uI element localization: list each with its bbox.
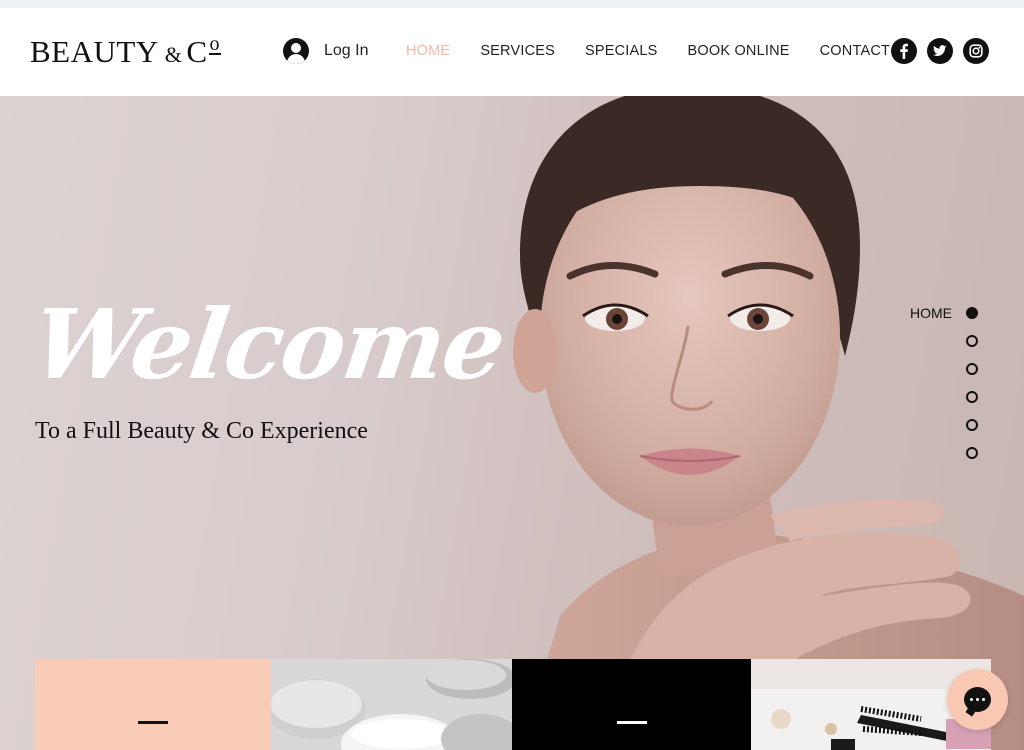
- section-dot-4[interactable]: [966, 391, 978, 403]
- main-nav: HOME SERVICES SPECIALS BOOK ONLINE CONTA…: [406, 43, 890, 59]
- chat-button[interactable]: [947, 669, 1008, 730]
- social-links: [891, 38, 989, 64]
- login-button[interactable]: Log In: [283, 38, 368, 64]
- site-logo[interactable]: BEAUTY & Co: [30, 34, 222, 70]
- chat-bubble-icon: [964, 687, 991, 712]
- nav-specials[interactable]: SPECIALS: [585, 43, 658, 59]
- section-dot-2[interactable]: [966, 335, 978, 347]
- section-dot-1[interactable]: [966, 307, 978, 319]
- twitter-icon[interactable]: [927, 38, 953, 64]
- tile-dash: [616, 721, 647, 724]
- login-label: Log In: [324, 42, 369, 59]
- site-header: BEAUTY & Co Log In HOME SERVICES SPECIALS …: [0, 8, 1024, 96]
- facebook-icon[interactable]: [891, 38, 917, 64]
- section-nav-label: HOME: [910, 305, 952, 321]
- tile-peach[interactable]: [35, 659, 271, 750]
- user-avatar-icon: [283, 38, 309, 64]
- top-strip: [0, 0, 1024, 8]
- feature-tiles: [35, 659, 991, 750]
- nav-book-online[interactable]: BOOK ONLINE: [688, 43, 790, 59]
- tile-stones-image[interactable]: [271, 659, 512, 750]
- nav-services[interactable]: SERVICES: [480, 43, 555, 59]
- tile-black[interactable]: [512, 659, 751, 750]
- section-dot-6[interactable]: [966, 447, 978, 459]
- tile-dash: [138, 721, 168, 724]
- hero-subtitle: To a Full Beauty & Co Experience: [35, 418, 368, 444]
- instagram-icon[interactable]: [963, 38, 989, 64]
- section-dot-5[interactable]: [966, 419, 978, 431]
- hero-title: Welcome: [26, 288, 511, 401]
- nav-contact[interactable]: CONTACT: [820, 43, 890, 59]
- section-nav: HOME: [910, 299, 978, 467]
- nav-home[interactable]: HOME: [406, 43, 450, 59]
- hero-section: Welcome To a Full Beauty & Co Experience…: [0, 96, 1024, 750]
- section-dot-3[interactable]: [966, 363, 978, 375]
- stones-image: [271, 659, 512, 750]
